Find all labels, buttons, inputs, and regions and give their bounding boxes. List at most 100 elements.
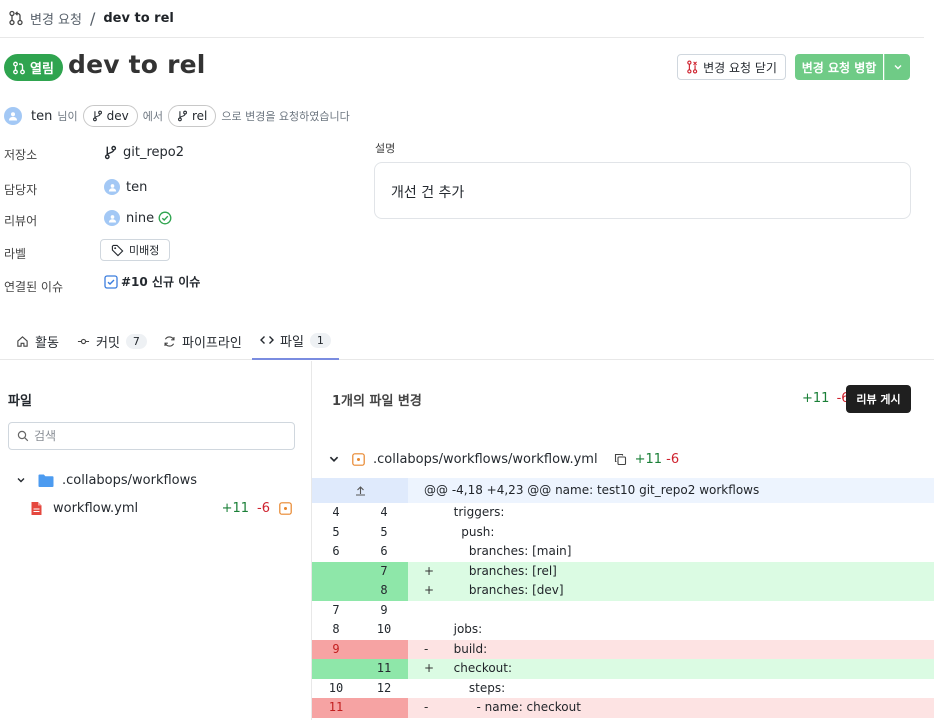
diff-line: 9 - build: <box>312 639 934 659</box>
diff-line: 55 push: <box>312 522 934 542</box>
close-request-label: 변경 요청 닫기 <box>703 60 777 75</box>
tree-file[interactable]: workflow.yml +11 -6 <box>30 498 292 518</box>
description-box: 개선 건 추가 <box>374 162 911 219</box>
collapse-chevron-icon[interactable] <box>328 453 340 465</box>
search-icon <box>17 430 29 442</box>
folder-name: .collabops/workflows <box>62 472 198 488</box>
old-line-number: 4 <box>312 503 360 523</box>
old-line-number: 9 <box>312 639 360 659</box>
files-panel-title: 파일 <box>8 394 32 409</box>
line-content: triggers: <box>408 503 934 523</box>
old-line-number <box>312 581 360 601</box>
request-user-suffix: 님이 <box>57 110 78 123</box>
diff-line: 8 10 jobs: <box>312 620 934 640</box>
tab-files[interactable]: 파일 1 <box>252 322 339 360</box>
new-line-number: 9 <box>360 600 408 620</box>
line-content: steps: <box>408 678 934 698</box>
request-summary: ten 님이 dev 에서 rel 으로 변경을 요청하였습니다 <box>4 104 350 128</box>
diff-marker: - <box>424 700 429 714</box>
tab-activity-label: 활동 <box>35 335 59 351</box>
copy-icon[interactable] <box>614 453 627 466</box>
reviewer-value[interactable]: nine <box>104 210 172 226</box>
line-text: checkout: <box>446 661 513 675</box>
new-line-number: 10 <box>360 620 408 640</box>
status-badge: 열림 <box>4 54 63 81</box>
assignee-value[interactable]: ten <box>104 179 147 195</box>
diff-line: 66 branches: [main] <box>312 542 934 562</box>
avatar <box>104 210 120 226</box>
diff-marker: + <box>424 563 435 578</box>
line-text: triggers: <box>446 505 505 519</box>
tab-pipeline[interactable]: 파이프라인 <box>163 322 242 360</box>
tab-commits-count: 7 <box>125 333 147 349</box>
tab-files-label: 파일 <box>280 334 304 350</box>
branch-icon <box>92 110 103 122</box>
diff-file-additions: +11 <box>634 451 662 467</box>
line-text: jobs: <box>446 622 483 636</box>
repo-label: 저장소 <box>4 148 38 162</box>
code-icon <box>260 334 274 346</box>
diff-lines: 44 triggers: 5 5 push: 6 6 branches: [main] 7… <box>312 503 934 718</box>
diff-table: @@ -4,18 +4,23 @@ name: test10 git_repo2… <box>312 478 934 718</box>
post-review-button[interactable]: 리뷰 게시 <box>846 385 911 413</box>
request-user[interactable]: ten <box>31 109 52 124</box>
yaml-file-icon <box>30 501 43 516</box>
target-branch-pill[interactable]: rel <box>167 105 217 127</box>
breadcrumb-separator: / <box>89 8 96 28</box>
diff-hunk-header: @@ -4,18 +4,23 @@ name: test10 git_repo2… <box>312 478 934 503</box>
expand-up-button[interactable] <box>312 478 408 503</box>
line-text: branches: [rel] <box>446 563 557 578</box>
diff-line: 79 <box>312 600 934 620</box>
source-branch-pill[interactable]: dev <box>82 105 138 127</box>
issue-check-icon <box>104 274 118 289</box>
issue-label: 연결된 이슈 <box>4 280 64 294</box>
reviewer-name: nine <box>126 210 155 226</box>
linked-issue[interactable]: #10 신규 이슈 <box>104 273 200 290</box>
new-line-number: 5 <box>360 522 408 542</box>
line-content: + branches: [rel] <box>408 561 934 581</box>
folder-icon <box>38 474 54 487</box>
line-text: push: <box>446 524 495 539</box>
file-search-input[interactable] <box>34 429 274 443</box>
diff-file-header: .collabops/workflows/workflow.yml +11 -6 <box>328 448 679 470</box>
line-content: + checkout: <box>408 659 934 679</box>
line-text: steps: <box>446 680 506 695</box>
home-icon <box>16 335 29 348</box>
expand-up-icon <box>355 485 366 496</box>
breadcrumb-parent[interactable]: 변경 요청 <box>30 9 82 28</box>
new-line-number <box>360 639 408 659</box>
merge-button[interactable]: 변경 요청 병합 <box>795 54 883 80</box>
line-content: jobs: <box>408 620 934 640</box>
diff-marker: + <box>424 583 435 597</box>
tree-folder[interactable]: .collabops/workflows <box>16 470 197 490</box>
new-line-number: 12 <box>360 678 408 698</box>
repo-value[interactable]: git_repo2 <box>104 145 184 160</box>
old-line-number: 11 <box>312 698 360 718</box>
label-chip[interactable]: 미배정 <box>100 239 171 261</box>
linked-issue-text: #10 신규 이슈 <box>121 275 201 289</box>
file-additions: +11 <box>221 500 250 516</box>
close-request-button[interactable]: 변경 요청 닫기 <box>677 54 786 80</box>
line-text: branches: [main] <box>446 544 572 558</box>
tab-files-count: 1 <box>309 332 331 348</box>
line-content <box>408 600 934 620</box>
page-title: dev to rel <box>68 50 206 79</box>
merge-options-button[interactable] <box>884 54 910 80</box>
new-line-number: 4 <box>360 503 408 523</box>
changes-title: 1개의 파일 변경 <box>332 394 422 409</box>
new-line-number: 11 <box>360 659 408 679</box>
tab-commits[interactable]: 커밋 7 <box>77 322 147 360</box>
repo-name: git_repo2 <box>123 145 184 160</box>
assignee-name: ten <box>126 179 148 195</box>
line-text: build: <box>446 641 488 656</box>
request-mid-text: 에서 <box>142 110 163 123</box>
file-deletions: -6 <box>257 500 270 516</box>
modified-file-icon <box>279 501 292 515</box>
diff-file-path: .collabops/workflows/workflow.yml <box>373 451 598 467</box>
tab-activity[interactable]: 활동 <box>16 322 59 360</box>
tab-commits-label: 커밋 <box>96 335 120 351</box>
target-branch-name: rel <box>191 109 208 123</box>
check-circle-icon <box>158 211 172 225</box>
old-line-number <box>312 659 360 679</box>
file-search-box[interactable] <box>8 422 295 450</box>
